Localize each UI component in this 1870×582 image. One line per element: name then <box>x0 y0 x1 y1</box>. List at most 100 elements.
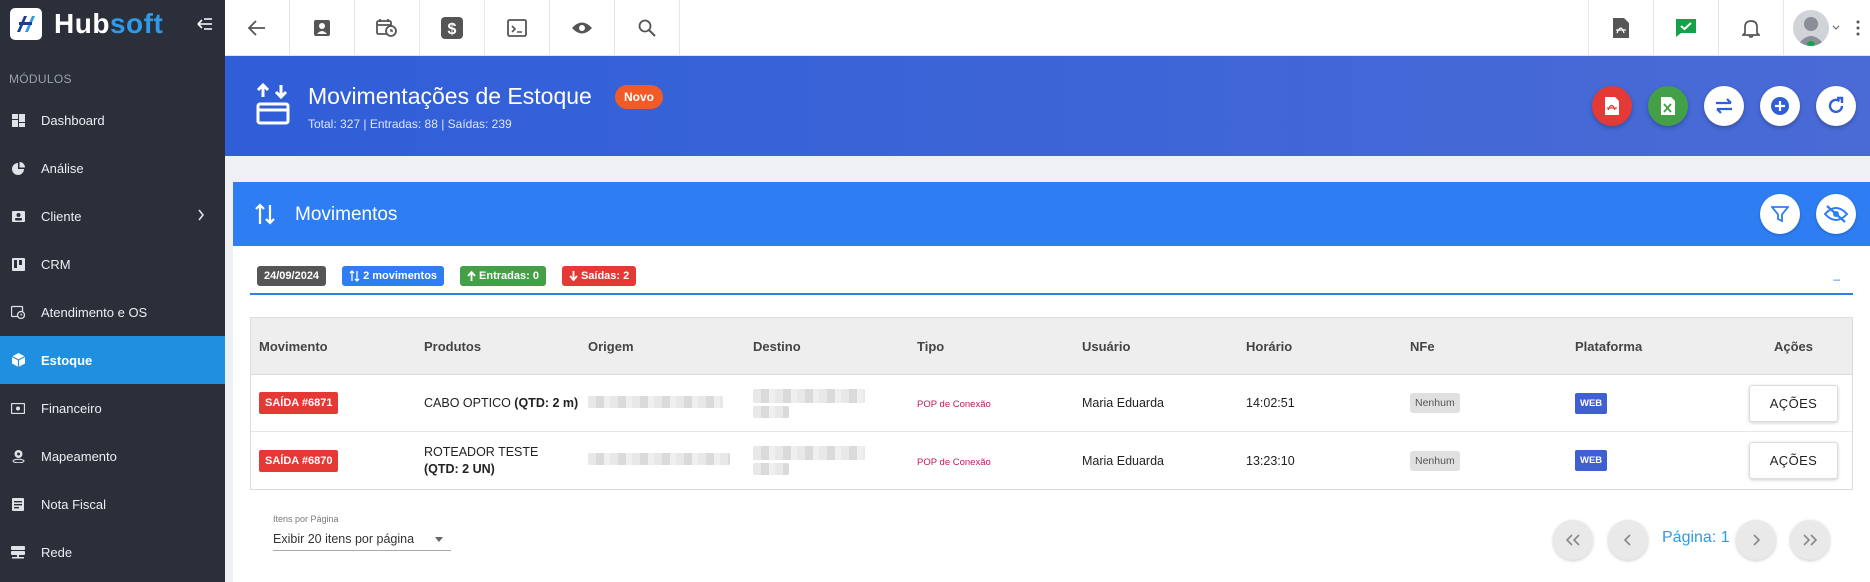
collapse-menu-icon[interactable] <box>195 14 215 34</box>
date-chip-label: 24/09/2024 <box>264 270 320 282</box>
apps-grid-button[interactable] <box>1848 0 1870 56</box>
product-cell: CABO OPTICO (QTD: 2 m) <box>416 396 580 410</box>
sidebar-item-atendimento[interactable]: Atendimento e OS <box>0 288 225 336</box>
calendar-clock-icon <box>376 19 397 37</box>
swap-arrows-icon <box>1716 98 1732 114</box>
chevron-down-icon <box>1832 25 1839 30</box>
sidebar-item-label: Análise <box>41 160 84 176</box>
pie-chart-icon <box>10 160 26 176</box>
tipo-label: POP de Conexão <box>917 456 991 468</box>
back-button[interactable] <box>225 0 290 56</box>
col-header-usuario[interactable]: Usuário <box>1074 339 1238 354</box>
table-row: SAÍDA #6870 ROTEADOR TESTE (QTD: 2 UN) P… <box>251 432 1852 489</box>
user-cell: Maria Eduarda <box>1082 453 1164 468</box>
platform-badge: WEB <box>1575 450 1608 471</box>
sort-arrows-icon <box>255 82 291 130</box>
sidebar-item-label: Estoque <box>41 352 93 368</box>
contact-card-icon <box>314 20 330 36</box>
finance-button[interactable]: $ <box>420 0 485 56</box>
filter-button[interactable] <box>1760 194 1800 234</box>
pdf-file-icon <box>1605 97 1619 115</box>
saidas-label: Saídas: 2 <box>580 270 630 282</box>
new-badge: Novo <box>615 85 663 109</box>
hubsoft-logo-icon[interactable] <box>10 8 42 40</box>
terminal-icon <box>507 19 527 37</box>
table-header: Movimento Produtos Origem Destino Tipo U… <box>251 318 1852 375</box>
export-excel-button[interactable] <box>1648 86 1688 126</box>
avatar <box>1792 10 1829 46</box>
schedule-button[interactable] <box>355 0 420 56</box>
sidebar-item-crm[interactable]: CRM <box>0 240 225 288</box>
col-header-nfe[interactable]: NFe <box>1402 339 1567 354</box>
invoice-icon <box>10 496 26 512</box>
hide-columns-button[interactable] <box>1816 194 1856 234</box>
col-header-produtos[interactable]: Produtos <box>416 339 580 354</box>
last-page-button[interactable] <box>1790 520 1830 560</box>
saidas-chip: Saídas: 2 <box>561 266 637 286</box>
items-per-page-select[interactable]: Exibir 20 itens por página <box>273 527 451 551</box>
view-button[interactable] <box>550 0 615 56</box>
col-header-acoes: Ações <box>1773 338 1814 354</box>
sidebar-item-mapeamento[interactable]: Mapeamento <box>0 432 225 480</box>
terminal-button[interactable] <box>485 0 550 56</box>
origin-cell <box>580 453 745 468</box>
col-header-plataforma[interactable]: Plataforma <box>1567 339 1727 354</box>
bell-icon <box>1742 20 1760 38</box>
product-qty: (QTD: 2 m) <box>514 396 579 410</box>
destination-cell <box>745 446 909 475</box>
previous-page-button[interactable] <box>1608 520 1648 560</box>
notifications-button[interactable] <box>1718 0 1783 56</box>
col-header-destino[interactable]: Destino <box>745 339 909 354</box>
card-header: Movimentos <box>233 182 1870 246</box>
logo-bar: Hubsoft <box>0 0 225 48</box>
nfe-badge: Nenhum <box>1410 393 1460 413</box>
network-icon <box>10 544 26 560</box>
sidebar-item-estoque[interactable]: Estoque <box>0 336 225 384</box>
page-title: Movimentações de Estoque <box>308 83 592 109</box>
col-header-horario[interactable]: Horário <box>1238 339 1402 354</box>
transfer-button[interactable] <box>1704 86 1744 126</box>
arrow-up-icon <box>467 271 476 281</box>
sidebar-item-label: Mapeamento <box>41 448 117 464</box>
sidebar-section-title: MÓDULOS <box>9 72 72 86</box>
sidebar-item-cliente[interactable]: Cliente <box>0 192 225 240</box>
dollar-icon: $ <box>441 17 463 39</box>
actions-button[interactable]: AÇÕES <box>1748 442 1839 479</box>
pdf-button[interactable] <box>1588 0 1653 56</box>
col-header-origem[interactable]: Origem <box>580 339 745 354</box>
redacted-origin <box>588 395 723 408</box>
origin-cell <box>580 395 745 411</box>
sidebar-item-nota-fiscal[interactable]: Nota Fiscal <box>0 480 225 528</box>
crm-board-icon <box>10 256 26 272</box>
export-pdf-button[interactable] <box>1592 86 1632 126</box>
time-cell: 14:02:51 <box>1246 396 1295 410</box>
sidebar-item-dashboard[interactable]: Dashboard <box>0 96 225 144</box>
user-menu-button[interactable] <box>1783 0 1848 56</box>
collapse-toggle[interactable]: – <box>1833 272 1840 286</box>
product-qty: (QTD: 2 UN) <box>424 461 495 476</box>
movement-badge[interactable]: SAÍDA #6870 <box>259 449 339 472</box>
svg-text:$: $ <box>448 21 457 38</box>
search-button[interactable] <box>615 0 680 56</box>
tipo-label: POP de Conexão <box>917 399 991 410</box>
top-toolbar: $ <box>225 0 1870 56</box>
refresh-button[interactable] <box>1816 86 1856 126</box>
entradas-label: Entradas: 0 <box>479 270 539 282</box>
actions-button[interactable]: AÇÕES <box>1748 384 1839 422</box>
add-movement-button[interactable] <box>1760 86 1800 126</box>
double-chevron-left-icon <box>1565 534 1580 546</box>
redacted-destination <box>753 446 865 460</box>
first-page-button[interactable] <box>1553 520 1593 560</box>
sidebar-item-financeiro[interactable]: Financeiro <box>0 384 225 432</box>
chat-check-button[interactable] <box>1653 0 1718 56</box>
contacts-button[interactable] <box>290 0 355 56</box>
col-header-tipo[interactable]: Tipo <box>909 339 1074 354</box>
toolbar-right <box>1588 0 1870 56</box>
arrow-down-icon <box>569 271 578 281</box>
chevron-right-icon <box>197 209 205 224</box>
sidebar-item-rede[interactable]: Rede <box>0 528 225 576</box>
movement-badge[interactable]: SAÍDA #6871 <box>259 392 339 414</box>
col-header-movimento[interactable]: Movimento <box>251 339 416 354</box>
sidebar-item-analise[interactable]: Análise <box>0 144 225 192</box>
next-page-button[interactable] <box>1736 520 1776 560</box>
